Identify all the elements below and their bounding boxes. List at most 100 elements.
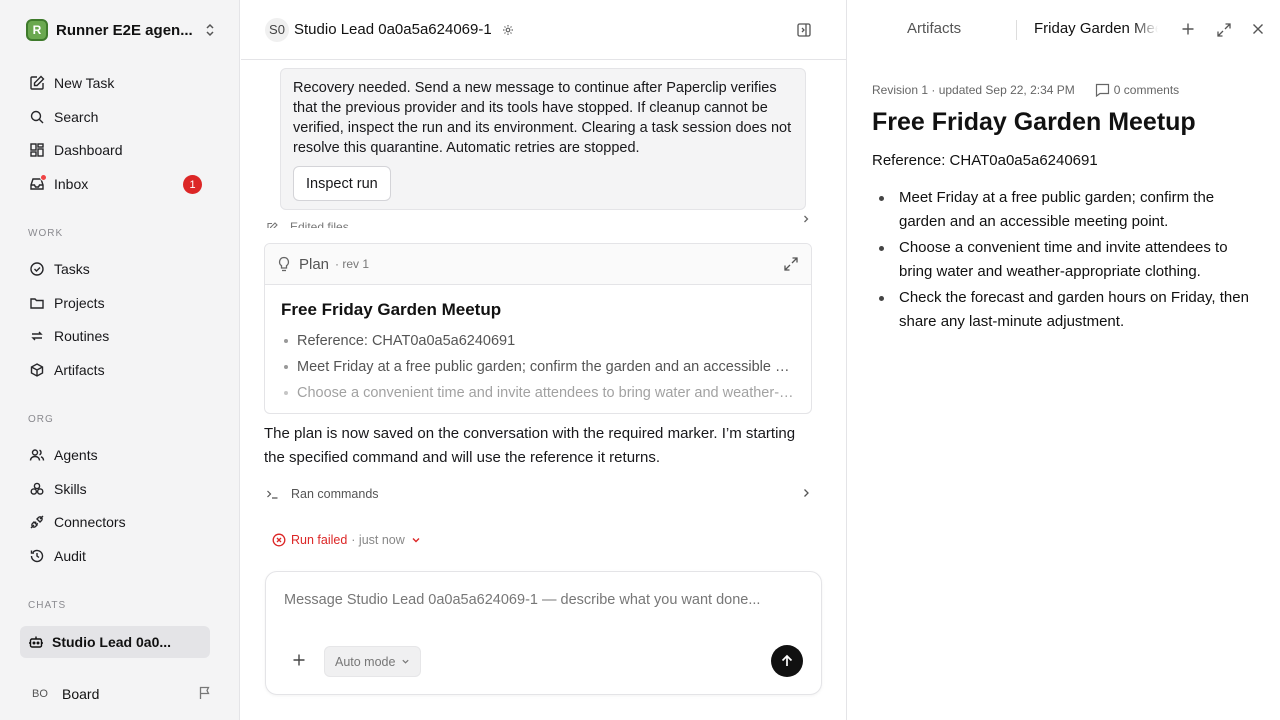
- plan-revision: · rev 1: [335, 257, 370, 271]
- chevron-right-icon: [801, 487, 811, 499]
- gear-icon[interactable]: [502, 24, 514, 36]
- document-title: Free Friday Garden Meetup: [872, 108, 1196, 136]
- chat-item-label: Studio Lead 0a0...: [52, 634, 172, 650]
- workspace-switcher[interactable]: R Runner E2E agen...: [20, 14, 220, 46]
- nav-label: Dashboard: [54, 142, 123, 158]
- nav-label: Inbox: [54, 176, 89, 192]
- panel-tabs: Artifacts Friday Garden Meetup: [847, 0, 1280, 60]
- chevron-right-icon: [801, 214, 811, 224]
- board-label: Board: [62, 686, 100, 702]
- section-label-work: WORK: [28, 228, 64, 239]
- run-status-label: Run failed: [291, 533, 348, 547]
- nav-new-task[interactable]: New Task: [20, 67, 220, 99]
- document-list: Meet Friday at a free public garden; con…: [872, 186, 1262, 336]
- avatar: BO: [32, 688, 48, 700]
- nav-label: Artifacts: [54, 362, 105, 378]
- expand-icon[interactable]: [783, 256, 799, 272]
- nav-skills[interactable]: Skills: [20, 473, 220, 505]
- nav-audit[interactable]: Audit: [20, 540, 220, 572]
- nav-label: New Task: [54, 75, 115, 91]
- ran-commands-label: Ran commands: [291, 487, 379, 501]
- bot-icon: [28, 634, 44, 650]
- new-task-icon: [28, 74, 46, 92]
- nav-artifacts[interactable]: Artifacts: [20, 354, 220, 386]
- send-button[interactable]: [771, 645, 803, 677]
- list-item: Choose a convenient time and invite atte…: [872, 236, 1262, 284]
- history-icon: [28, 547, 46, 565]
- nav-agents[interactable]: Agents: [20, 439, 220, 471]
- inspect-run-button[interactable]: Inspect run: [293, 166, 391, 201]
- comment-icon: [1095, 83, 1110, 97]
- plan-item: Reference: CHAT0a0a5a6240691: [281, 328, 795, 354]
- edited-files-row[interactable]: Edited files: [266, 210, 811, 228]
- document-reference: Reference: CHAT0a0a5a6240691: [872, 152, 1098, 169]
- terminal-icon: [266, 488, 279, 500]
- chevron-updown-icon: [204, 22, 216, 38]
- nav-label: Routines: [54, 328, 110, 344]
- section-label-org: ORG: [28, 414, 54, 425]
- notice-text: Recovery needed. Send a new message to c…: [293, 80, 792, 156]
- plan-header: Plan · rev 1: [265, 244, 811, 285]
- skills-icon: [28, 480, 46, 498]
- flag-icon[interactable]: [198, 686, 212, 700]
- nav-routines[interactable]: Routines: [20, 320, 220, 352]
- arrow-up-icon: [780, 654, 794, 668]
- board-user[interactable]: BO Board: [20, 678, 220, 710]
- nav-dashboard[interactable]: Dashboard: [20, 134, 220, 166]
- nav-connectors[interactable]: Connectors: [20, 506, 220, 538]
- nav-inbox[interactable]: Inbox 1: [20, 168, 220, 200]
- chevron-down-icon: [411, 535, 421, 545]
- error-circle-icon: [272, 533, 286, 547]
- tab-document[interactable]: Friday Garden Meetup: [1034, 20, 1158, 37]
- plan-body: Free Friday Garden Meetup Reference: CHA…: [265, 285, 811, 413]
- run-status-time: · just now: [351, 533, 405, 547]
- run-status[interactable]: Run failed · just now: [272, 530, 421, 550]
- assistant-message: The plan is now saved on the conversatio…: [264, 425, 796, 466]
- mode-label: Auto mode: [335, 654, 396, 669]
- workspace-name: Runner E2E agen...: [56, 21, 193, 39]
- plan-items: Reference: CHAT0a0a5a6240691 Meet Friday…: [281, 328, 795, 406]
- toggle-panel-icon[interactable]: [796, 22, 812, 38]
- plan-card: Plan · rev 1 Free Friday Garden Meetup R…: [264, 243, 812, 414]
- section-label-chats: CHATS: [28, 600, 67, 611]
- lightbulb-icon: [277, 256, 291, 272]
- nav-label: Agents: [54, 447, 98, 463]
- ran-commands-row[interactable]: Ran commands: [266, 484, 811, 504]
- nav-label: Audit: [54, 548, 86, 564]
- nav-tasks[interactable]: Tasks: [20, 253, 220, 285]
- chat-header: S0 Studio Lead 0a0a5a624069-1: [241, 0, 846, 60]
- search-icon: [28, 108, 46, 126]
- nav-label: Tasks: [54, 261, 90, 277]
- workspace-logo: R: [26, 19, 48, 41]
- expand-icon[interactable]: [1216, 22, 1232, 38]
- edit-icon: [266, 222, 278, 228]
- edited-files-label: Edited files: [290, 220, 349, 228]
- chat-title: Studio Lead 0a0a5a624069-1: [294, 21, 492, 38]
- list-item: Check the forecast and garden hours on F…: [872, 286, 1262, 334]
- comments-count: 0 comments: [1113, 83, 1180, 97]
- mode-select[interactable]: Auto mode: [324, 646, 422, 677]
- message-input[interactable]: Message Studio Lead 0a0a5a624069-1 — des…: [284, 592, 760, 608]
- nav-search[interactable]: Search: [20, 101, 220, 133]
- message-composer[interactable]: Message Studio Lead 0a0a5a624069-1 — des…: [265, 571, 822, 695]
- plus-icon[interactable]: [1181, 22, 1195, 36]
- comments-link[interactable]: 0 comments: [1091, 83, 1179, 97]
- routines-icon: [28, 327, 46, 345]
- plus-icon[interactable]: [292, 653, 306, 667]
- plug-icon: [28, 513, 46, 531]
- revision-info: Revision 1 · updated Sep 22, 2:34 PM: [872, 83, 1075, 97]
- chevron-down-icon: [401, 657, 410, 666]
- plan-label: Plan: [299, 255, 330, 273]
- recovery-notice: Recovery needed. Send a new message to c…: [280, 68, 806, 210]
- inbox-count-badge: 1: [183, 175, 202, 194]
- close-icon[interactable]: [1251, 22, 1265, 36]
- tab-artifacts[interactable]: Artifacts: [907, 20, 961, 37]
- artifact-panel: Artifacts Friday Garden Meetup Revision …: [846, 0, 1280, 720]
- unread-dot: [40, 174, 47, 181]
- nav-label: Skills: [54, 481, 87, 497]
- nav-projects[interactable]: Projects: [20, 287, 220, 319]
- document-meta: Revision 1 · updated Sep 22, 2:34 PM 0 c…: [872, 83, 1179, 97]
- folder-icon: [28, 294, 46, 312]
- plan-item: Choose a convenient time and invite atte…: [281, 380, 795, 406]
- chat-item-studio-lead[interactable]: Studio Lead 0a0...: [20, 626, 210, 658]
